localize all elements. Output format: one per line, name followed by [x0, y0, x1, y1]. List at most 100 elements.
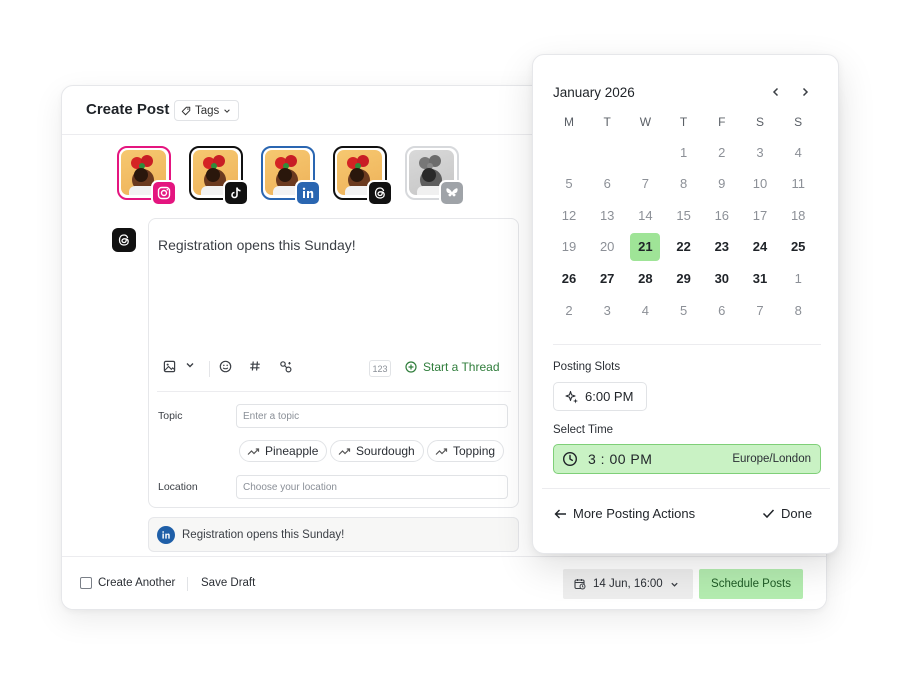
linkedin-icon: [295, 180, 321, 206]
posting-slots-label: Posting Slots: [553, 361, 621, 373]
done-button[interactable]: Done: [762, 506, 812, 521]
calendar-footer-divider: [542, 488, 830, 489]
chip-label: Sourdough: [356, 444, 415, 458]
calendar-day[interactable]: 20: [592, 233, 622, 261]
account-avatar-threads[interactable]: [333, 146, 393, 206]
calendar-day[interactable]: 7: [630, 170, 660, 198]
weekday-header: T: [679, 115, 688, 129]
topic-input[interactable]: Enter a topic: [236, 404, 508, 428]
toolbar-divider: [209, 361, 210, 377]
create-another-checkbox[interactable]: [80, 577, 92, 589]
tags-button[interactable]: Tags: [174, 100, 240, 121]
post-editor: Registration opens this Sunday! 123 Star…: [148, 218, 519, 508]
calendar-day[interactable]: 4: [630, 296, 660, 324]
calendar-day[interactable]: 8: [669, 170, 699, 198]
calendar-day[interactable]: 29: [669, 264, 699, 292]
calendar-day[interactable]: 28: [630, 264, 660, 292]
threads-icon: [367, 180, 393, 206]
calendar-day[interactable]: 26: [554, 264, 584, 292]
calendar-day[interactable]: 14: [630, 201, 660, 229]
hashtag-icon[interactable]: [249, 360, 261, 372]
calendar-day[interactable]: 30: [707, 264, 737, 292]
chip-label: Pineapple: [265, 444, 319, 458]
calendar-day-selected[interactable]: 21: [630, 232, 661, 261]
post-footer: Create Another Save Draft 14 Jun, 16:00 …: [62, 556, 826, 609]
calendar-day[interactable]: 9: [707, 170, 737, 198]
calendar-day[interactable]: 6: [592, 170, 622, 198]
schedule-date-button[interactable]: 14 Jun, 16:00: [563, 569, 693, 599]
calendar-day[interactable]: 25: [783, 233, 813, 261]
calendar-day[interactable]: 7: [745, 296, 775, 324]
chevron-down-icon[interactable]: [185, 360, 195, 370]
create-another-toggle[interactable]: Create Another: [80, 577, 175, 589]
calendar-day[interactable]: 5: [669, 296, 699, 324]
calendar-day[interactable]: 23: [707, 233, 737, 261]
calendar-day[interactable]: 31: [745, 264, 775, 292]
calendar-day[interactable]: 10: [745, 170, 775, 198]
sparkle-icon: [565, 390, 578, 403]
calendar-day[interactable]: 18: [783, 201, 813, 229]
previous-month-button[interactable]: [767, 83, 785, 101]
calendar-day[interactable]: 24: [745, 233, 775, 261]
calendar-day[interactable]: 6: [707, 296, 737, 324]
calendar-day[interactable]: 1: [783, 264, 813, 292]
more-posting-actions-button[interactable]: More Posting Actions: [554, 506, 695, 521]
topic-suggestion-chip[interactable]: Sourdough: [330, 440, 424, 462]
account-avatar-bluesky[interactable]: [405, 146, 465, 206]
bluesky-icon: [439, 180, 465, 206]
calendar-day[interactable]: 27: [592, 264, 622, 292]
calendar-day[interactable]: 22: [669, 233, 699, 261]
arrow-left-icon: [554, 509, 566, 518]
account-avatar-tiktok[interactable]: [189, 146, 249, 206]
check-icon: [762, 509, 775, 519]
tiktok-icon: [223, 180, 249, 206]
select-time-label: Select Time: [553, 424, 614, 436]
tag-icon: [181, 106, 191, 116]
clock-icon: [562, 451, 578, 467]
time-value: 3 : 00 PM: [588, 451, 653, 467]
calendar-day[interactable]: 17: [745, 201, 775, 229]
calendar-day[interactable]: 13: [592, 201, 622, 229]
calendar-day[interactable]: 8: [783, 296, 813, 324]
chevron-down-icon: [671, 582, 678, 587]
topic-suggestion-chip[interactable]: Pineapple: [239, 440, 328, 462]
next-month-button[interactable]: [796, 83, 814, 101]
posting-slot-chip[interactable]: 6:00 PM: [553, 382, 647, 411]
create-another-label: Create Another: [98, 577, 176, 589]
chip-label: Topping: [453, 444, 496, 458]
linkedin-preview-row[interactable]: Registration opens this Sunday!: [148, 517, 519, 552]
calendar-day[interactable]: 3: [745, 138, 775, 166]
location-label: Location: [158, 481, 198, 493]
save-draft-button[interactable]: Save Draft: [201, 577, 255, 589]
calendar-day[interactable]: 3: [592, 296, 622, 324]
location-input[interactable]: Choose your location: [236, 475, 508, 499]
calendar-day[interactable]: 2: [554, 296, 584, 324]
calendar-day[interactable]: 1: [669, 138, 699, 166]
time-input[interactable]: 3 : 00 PM Europe/London: [553, 444, 821, 474]
start-thread-button[interactable]: Start a Thread: [405, 360, 500, 374]
topic-suggestion-chip[interactable]: Topping: [427, 440, 505, 462]
page-title: Create Post: [86, 101, 170, 118]
calendar-day[interactable]: 5: [554, 170, 584, 198]
calendar-day[interactable]: 12: [554, 201, 584, 229]
calendar-day[interactable]: 11: [783, 170, 813, 198]
ai-assist-icon[interactable]: [279, 360, 293, 374]
month-label: January 2026: [553, 85, 635, 100]
chevron-down-icon: [223, 107, 231, 115]
calendar-day[interactable]: 19: [554, 233, 584, 261]
post-text-area[interactable]: Registration opens this Sunday!: [158, 237, 356, 253]
character-counter: 123: [369, 360, 391, 377]
trending-icon: [247, 447, 260, 455]
emoji-icon[interactable]: [219, 360, 232, 373]
calendar-day[interactable]: 4: [783, 138, 813, 166]
threads-icon: [112, 228, 136, 252]
editor-divider: [157, 391, 511, 392]
image-icon[interactable]: [163, 360, 176, 373]
calendar-day[interactable]: 2: [707, 138, 737, 166]
calendar-day[interactable]: 15: [669, 201, 699, 229]
schedule-posts-button[interactable]: Schedule Posts: [699, 569, 803, 599]
account-avatar-instagram[interactable]: [117, 146, 177, 206]
account-avatar-linkedin[interactable]: [261, 146, 321, 206]
topic-label: Topic: [158, 410, 183, 422]
calendar-day[interactable]: 16: [707, 201, 737, 229]
